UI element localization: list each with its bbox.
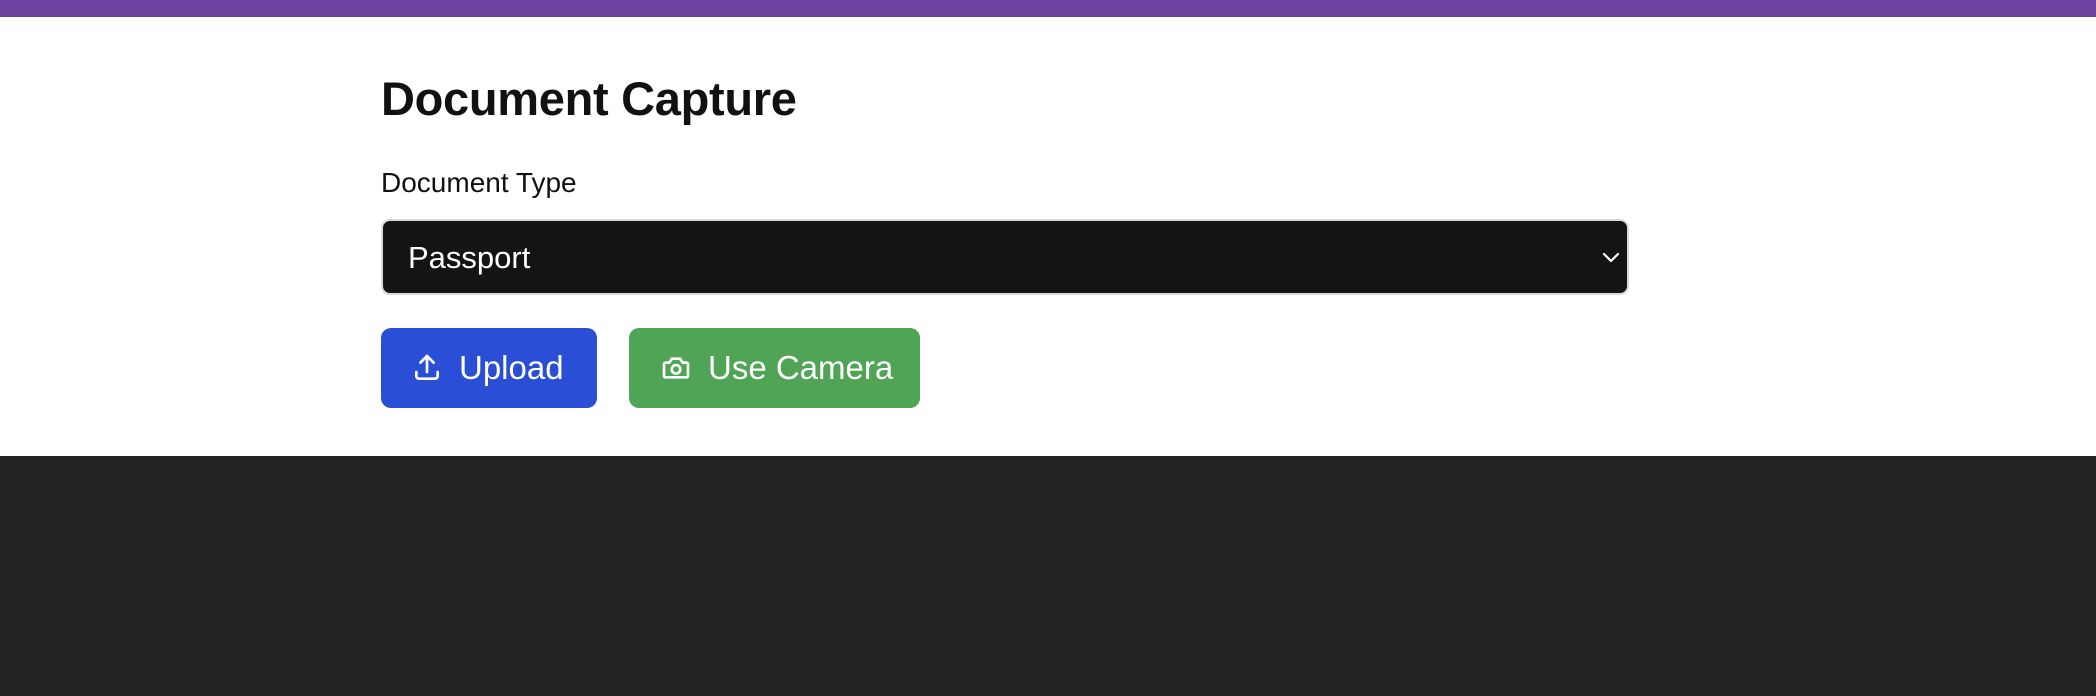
document-capture-panel: Document Capture Document Type Passport …: [0, 17, 2096, 456]
upload-icon: [415, 354, 439, 380]
footer-area: [0, 456, 2096, 696]
document-type-selected-value: Passport: [408, 240, 531, 275]
use-camera-button-label: Use Camera: [708, 349, 894, 386]
upload-button[interactable]: Upload: [381, 328, 597, 408]
upload-button-label: Upload: [459, 349, 564, 386]
camera-icon: [662, 357, 690, 379]
top-accent-bar: [0, 0, 2096, 17]
use-camera-button[interactable]: Use Camera: [629, 328, 920, 408]
page-title: Document Capture: [381, 72, 797, 125]
document-type-label: Document Type: [381, 167, 577, 198]
chevron-down-icon: [1602, 252, 1620, 263]
document-type-select[interactable]: Passport: [381, 219, 1629, 295]
